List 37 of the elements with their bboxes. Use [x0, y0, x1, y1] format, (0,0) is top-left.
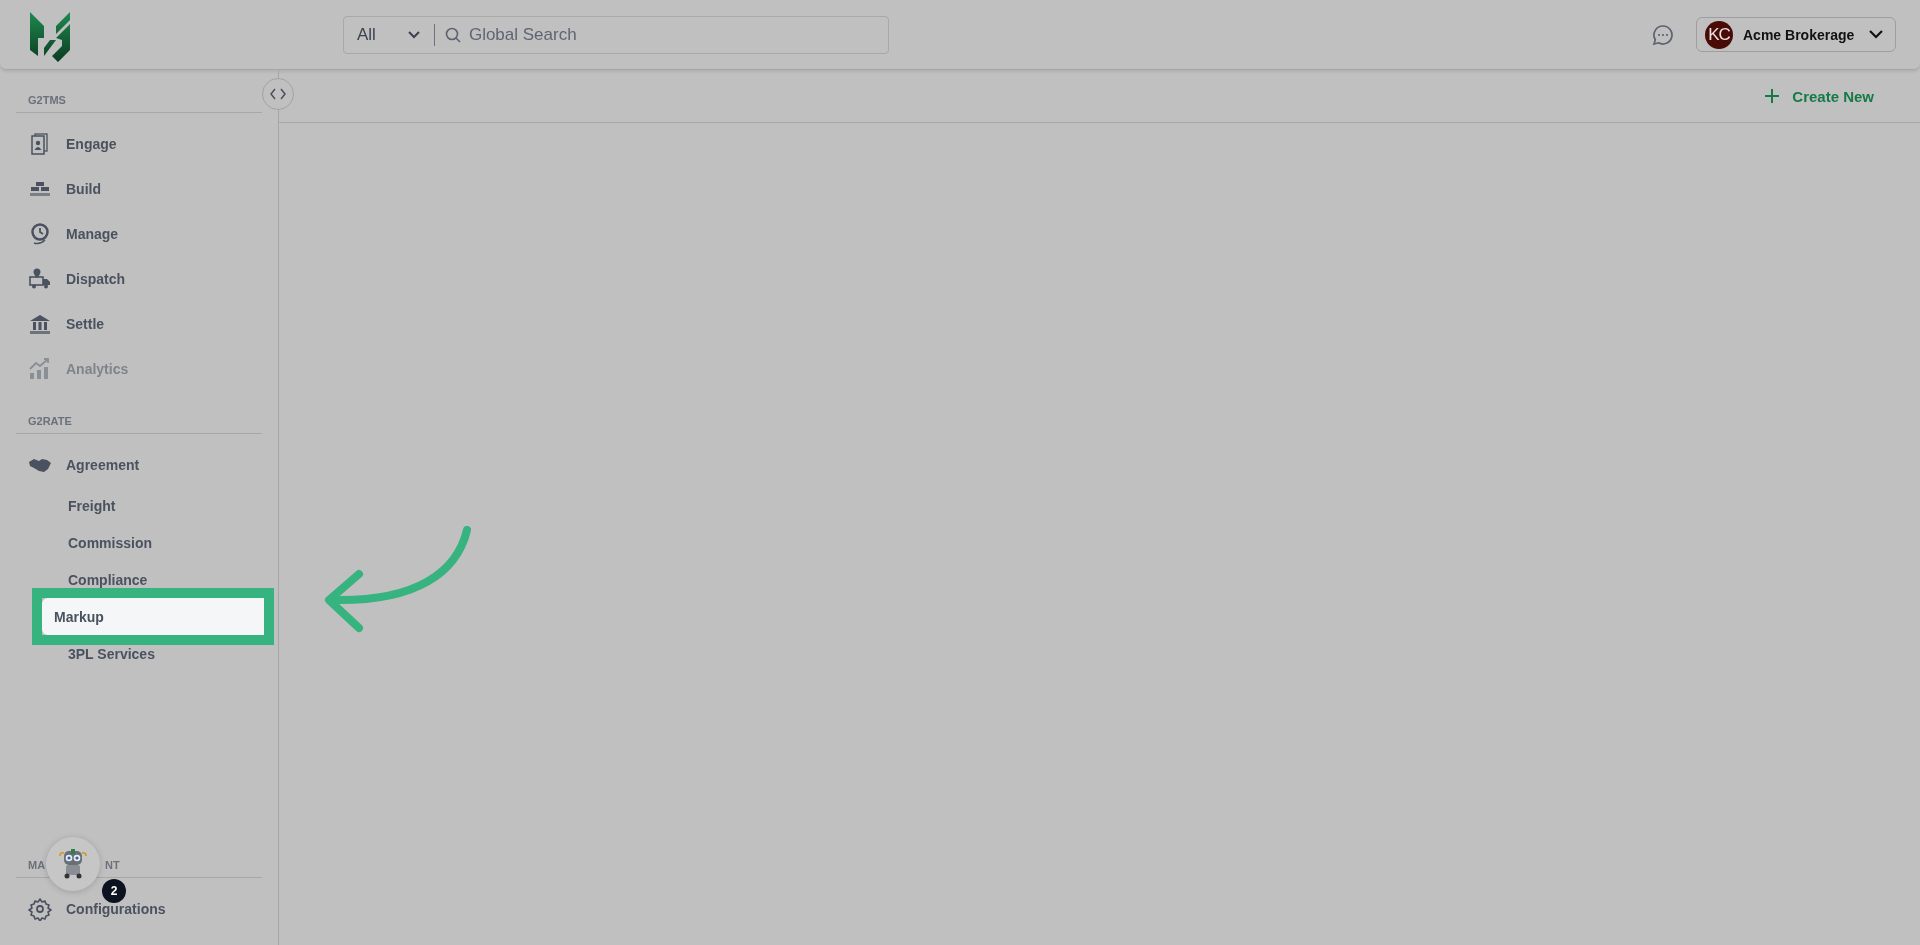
collapse-toggle[interactable] [262, 78, 294, 110]
search-icon [444, 26, 461, 43]
sidebar-item[interactable]: Markup [42, 598, 264, 635]
account-dropdown[interactable]: KC Acme Brokerage [1696, 17, 1896, 52]
section-title: G2TMS [16, 94, 262, 113]
chevron-down-icon [1869, 30, 1883, 39]
account-name: Acme Brokerage [1743, 26, 1856, 43]
sidebar-item[interactable]: Dispatch [66, 270, 126, 287]
truck-icon [28, 266, 52, 291]
sidebar-item[interactable]: Agreement [66, 456, 140, 473]
sidebar-item[interactable]: Configurations [66, 900, 166, 917]
sidebar-item[interactable]: 3PL Services [28, 645, 155, 662]
sidebar-item[interactable]: Engage [66, 135, 117, 152]
sidebar-item[interactable]: Freight [28, 497, 116, 514]
sidebar-item[interactable]: Manage [66, 225, 119, 242]
assistant-button[interactable] [46, 837, 100, 891]
sidebar-item[interactable]: Compliance [28, 571, 148, 588]
sidebar-item[interactable]: Build [66, 180, 101, 197]
chart-icon [28, 356, 52, 381]
chat-icon[interactable] [1652, 23, 1674, 46]
sidebar-item[interactable]: Settle [66, 315, 105, 332]
scope-dropdown[interactable]: All [344, 23, 435, 46]
section-title: NT [105, 859, 120, 871]
section-title: MA [28, 859, 46, 871]
settings-icon [28, 896, 52, 921]
sidebar-item[interactable]: Commission [28, 534, 152, 551]
robot-icon [58, 848, 88, 880]
chevron-down-icon [407, 30, 420, 39]
section-title: G2RATE [16, 415, 262, 434]
notification-badge: 2 [102, 879, 126, 903]
avatar: KC [1705, 20, 1733, 49]
create-new-button[interactable]: Create New [1764, 87, 1874, 105]
search-field[interactable]: All Global Search [343, 15, 889, 54]
clock-icon [28, 221, 52, 246]
code-brackets-icon [270, 88, 286, 100]
plus-icon [1764, 88, 1781, 104]
logo-icon [30, 9, 70, 62]
